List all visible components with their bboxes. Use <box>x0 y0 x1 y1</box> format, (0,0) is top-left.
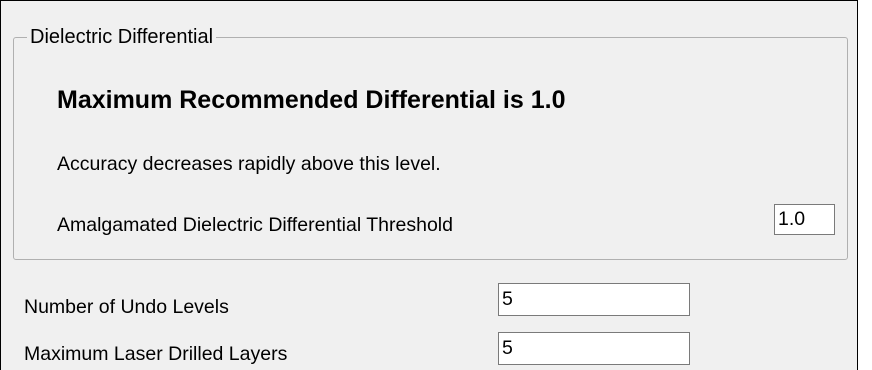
undo-levels-input[interactable] <box>498 283 690 316</box>
accuracy-note: Accuracy decreases rapidly above this le… <box>57 153 441 175</box>
threshold-label: Amalgamated Dielectric Differential Thre… <box>57 214 453 236</box>
undo-levels-label: Number of Undo Levels <box>24 296 229 318</box>
laser-drilled-layers-input[interactable] <box>498 332 690 365</box>
laser-drilled-layers-label: Maximum Laser Drilled Layers <box>24 343 288 365</box>
options-panel: Dielectric Differential Maximum Recommen… <box>0 0 858 370</box>
group-title: Dielectric Differential <box>27 24 217 50</box>
max-recommended-heading: Maximum Recommended Differential is 1.0 <box>57 86 566 114</box>
threshold-input[interactable] <box>774 204 835 235</box>
